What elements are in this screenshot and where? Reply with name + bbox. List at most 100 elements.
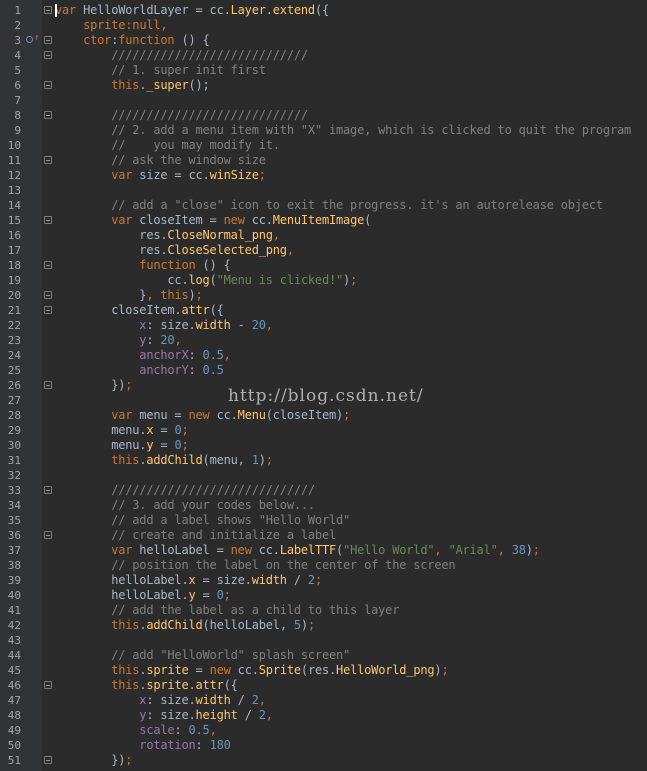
code-line[interactable]: 43: [0, 633, 647, 648]
fold-open-icon[interactable]: [44, 261, 52, 269]
code-line[interactable]: 34 // 3. add your codes below...: [0, 498, 647, 513]
code-text: // create and initialize a label: [55, 528, 336, 543]
code-line[interactable]: 4 ////////////////////////////: [0, 48, 647, 63]
code-line[interactable]: 25 anchorY: 0.5: [0, 363, 647, 378]
code-line[interactable]: 20 }, this);: [0, 288, 647, 303]
line-number: 36: [7, 529, 21, 542]
code-line[interactable]: 51 });: [0, 753, 647, 768]
code-line[interactable]: 22 x: size.width - 20,: [0, 318, 647, 333]
code-line[interactable]: 50 rotation: 180: [0, 738, 647, 753]
code-line[interactable]: 6 this._super();: [0, 78, 647, 93]
code-line[interactable]: 39 helloLabel.x = size.width / 2;: [0, 573, 647, 588]
fold-end-icon[interactable]: [44, 291, 52, 299]
code-line[interactable]: 14 // add a "close" icon to exit the pro…: [0, 198, 647, 213]
code-line[interactable]: 1 var HelloWorldLayer = cc.Layer.extend({: [0, 3, 647, 18]
code-line[interactable]: 24 anchorX: 0.5,: [0, 348, 647, 363]
code-line[interactable]: 40 helloLabel.y = 0;: [0, 588, 647, 603]
code-token: }): [55, 753, 126, 767]
code-line[interactable]: 23 y: 20,: [0, 333, 647, 348]
code-token: menu.: [55, 438, 147, 452]
code-line[interactable]: 30 menu.y = 0;: [0, 438, 647, 453]
line-number: 14: [7, 199, 21, 212]
code-token: // create and initialize a label: [111, 528, 336, 542]
code-line[interactable]: 19 cc.log("Menu is clicked!");: [0, 273, 647, 288]
code-line[interactable]: 47 x: size.width / 2,: [0, 693, 647, 708]
code-token: anchorX: [139, 348, 189, 362]
line-number: 32: [7, 469, 21, 482]
line-number: 44: [7, 649, 21, 662]
code-line[interactable]: 44 // add "HelloWorld" splash screen": [0, 648, 647, 663]
override-marker-icon[interactable]: [26, 36, 33, 43]
code-line[interactable]: 11 // ask the window size: [0, 153, 647, 168]
code-token: ,: [265, 318, 273, 332]
code-line[interactable]: 7: [0, 93, 647, 108]
code-line[interactable]: 18 function () {: [0, 258, 647, 273]
code-line[interactable]: 2 sprite:null,: [0, 18, 647, 33]
code-line[interactable]: 31 this.addChild(menu, 1);: [0, 453, 647, 468]
code-line[interactable]: 49 scale: 0.5,: [0, 723, 647, 738]
code-token: size = cc.: [132, 168, 210, 182]
code-line[interactable]: 41 // add the label as a child to this l…: [0, 603, 647, 618]
code-line[interactable]: 12 var size = cc.winSize;: [0, 168, 647, 183]
code-line[interactable]: 8 ////////////////////////////: [0, 108, 647, 123]
code-line[interactable]: 48 y: size.height / 2,: [0, 708, 647, 723]
fold-end-icon[interactable]: [44, 156, 52, 164]
code-line[interactable]: 29 menu.x = 0;: [0, 423, 647, 438]
code-line[interactable]: 38 // position the label on the center o…: [0, 558, 647, 573]
line-number: 1: [14, 4, 21, 17]
code-token: :: [174, 723, 189, 737]
code-editor[interactable]: 1 var HelloWorldLayer = cc.Layer.extend({…: [0, 0, 647, 771]
code-line[interactable]: 5 // 1. super init first: [0, 63, 647, 78]
code-line[interactable]: 15 var closeItem = new cc.MenuItemImage(: [0, 213, 647, 228]
code-token: ;: [125, 378, 133, 392]
fold-open-icon[interactable]: [44, 216, 52, 224]
code-text: menu.x = 0;: [55, 423, 189, 438]
fold-open-icon[interactable]: [44, 306, 52, 314]
fold-end-icon[interactable]: [44, 756, 52, 764]
code-token: ,: [286, 243, 294, 257]
code-line[interactable]: 36 // create and initialize a label: [0, 528, 647, 543]
code-line[interactable]: 10 // you may modify it.: [0, 138, 647, 153]
code-token: var: [111, 543, 133, 557]
fold-open-icon[interactable]: [44, 51, 52, 59]
fold-end-icon[interactable]: [44, 381, 52, 389]
code-line[interactable]: 21 closeItem.attr({: [0, 303, 647, 318]
code-text: // 2. add a menu item with "X" image, wh…: [55, 123, 631, 138]
code-line[interactable]: 28 var menu = new cc.Menu(closeItem);: [0, 408, 647, 423]
code-token: ;: [307, 618, 315, 632]
code-line[interactable]: 32: [0, 468, 647, 483]
code-line[interactable]: 45 this.sprite = new cc.Sprite(res.Hello…: [0, 663, 647, 678]
fold-end-icon[interactable]: [44, 81, 52, 89]
fold-open-icon[interactable]: [44, 111, 52, 119]
code-line[interactable]: 35 // add a label shows "Hello World": [0, 513, 647, 528]
fold-open-icon[interactable]: [44, 486, 52, 494]
code-line[interactable]: 17 res.CloseSelected_png,: [0, 243, 647, 258]
code-line[interactable]: 33 /////////////////////////////: [0, 483, 647, 498]
code-token: = size.: [195, 573, 252, 587]
code-token: 0.5: [202, 348, 224, 362]
fold-open-icon[interactable]: [44, 6, 52, 14]
fold-end-icon[interactable]: [44, 531, 52, 539]
code-line[interactable]: 37 var helloLabel = new cc.LabelTTF("Hel…: [0, 543, 647, 558]
code-token: ,: [174, 333, 182, 347]
fold-open-icon[interactable]: [44, 36, 52, 44]
code-token: x: [188, 573, 196, 587]
code-token: ;: [195, 288, 203, 302]
code-line[interactable]: 9 // 2. add a menu item with "X" image, …: [0, 123, 647, 138]
code-token: 2: [258, 708, 266, 722]
code-token: this: [111, 663, 140, 677]
code-token: :: [146, 333, 161, 347]
fold-open-icon[interactable]: [44, 681, 52, 689]
code-line[interactable]: 13: [0, 183, 647, 198]
code-token: () {: [174, 33, 210, 47]
code-line[interactable]: 3 ↑ ctor:function () {: [0, 33, 647, 48]
line-number: 47: [7, 694, 21, 707]
line-number: 7: [14, 94, 21, 107]
code-line[interactable]: 16 res.CloseNormal_png,: [0, 228, 647, 243]
code-line[interactable]: 46 this.sprite.attr({: [0, 678, 647, 693]
code-line[interactable]: 42 this.addChild(helloLabel, 5);: [0, 618, 647, 633]
